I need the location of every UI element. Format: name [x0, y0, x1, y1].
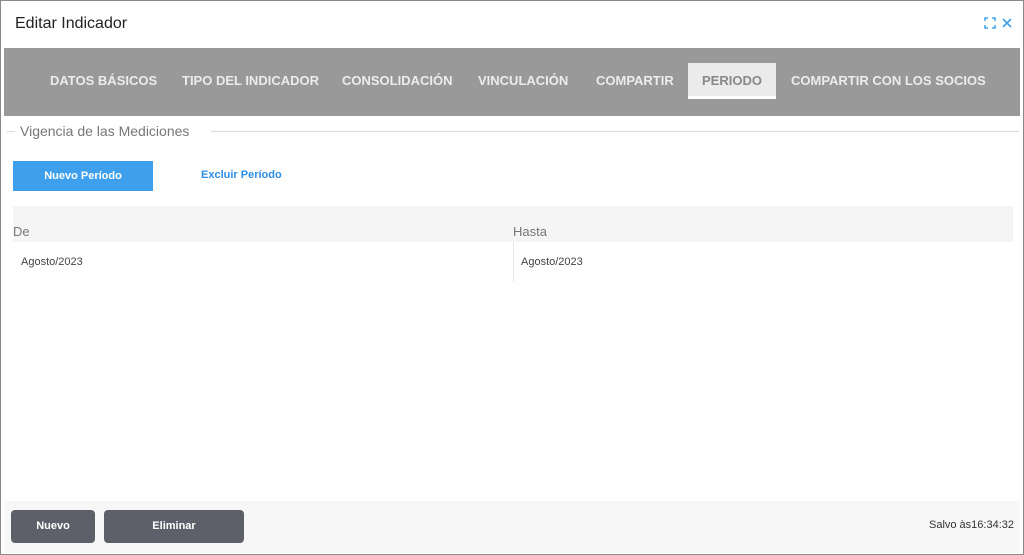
dialog-titlebar: Editar Indicador	[1, 1, 1023, 47]
cell-hasta: Agosto/2023	[521, 256, 583, 268]
column-header-de[interactable]: De	[13, 224, 30, 239]
tab-periodo[interactable]: PERIODO	[688, 63, 776, 99]
fieldset-border	[7, 131, 15, 132]
tab-datos-basicos[interactable]: DATOS BÁSICOS	[36, 63, 171, 99]
column-header-hasta[interactable]: Hasta	[513, 224, 547, 239]
edit-indicator-dialog: Editar Indicador DATOS BÁSICOS TIPO DEL …	[0, 0, 1024, 555]
table-header: De Hasta	[13, 223, 1013, 242]
table-toolbar	[13, 206, 1013, 223]
tab-vinculacion[interactable]: VINCULACIÓN	[464, 63, 582, 99]
close-icon[interactable]	[1001, 17, 1013, 29]
saved-status: Salvo às16:34:32	[928, 519, 1014, 531]
periods-table: De Hasta Agosto/2023 Agosto/2023	[13, 206, 1013, 282]
exclude-period-link[interactable]: Excluir Período	[201, 169, 282, 181]
column-divider	[513, 242, 514, 282]
fieldset-border	[211, 131, 1019, 132]
cell-de: Agosto/2023	[21, 256, 83, 268]
dialog-footer: Nuevo Eliminar Salvo às16:34:32	[4, 501, 1020, 553]
expand-icon[interactable]	[984, 17, 996, 29]
table-row[interactable]: Agosto/2023 Agosto/2023	[13, 242, 1013, 282]
tab-tipo-del-indicador[interactable]: TIPO DEL INDICADOR	[168, 63, 333, 99]
title-actions	[984, 17, 1013, 29]
new-period-button[interactable]: Nuevo Período	[13, 161, 153, 191]
tab-bar: DATOS BÁSICOS TIPO DEL INDICADOR CONSOLI…	[4, 48, 1020, 116]
new-button[interactable]: Nuevo	[11, 510, 95, 543]
tab-compartir[interactable]: COMPARTIR	[582, 63, 688, 99]
tab-compartir-con-los-socios[interactable]: COMPARTIR CON LOS SOCIOS	[777, 63, 1000, 99]
dialog-title: Editar Indicador	[15, 15, 128, 32]
tab-consolidacion[interactable]: CONSOLIDACIÓN	[328, 63, 467, 99]
section-legend: Vigencia de las Mediciones	[20, 123, 190, 139]
delete-button[interactable]: Eliminar	[104, 510, 244, 543]
